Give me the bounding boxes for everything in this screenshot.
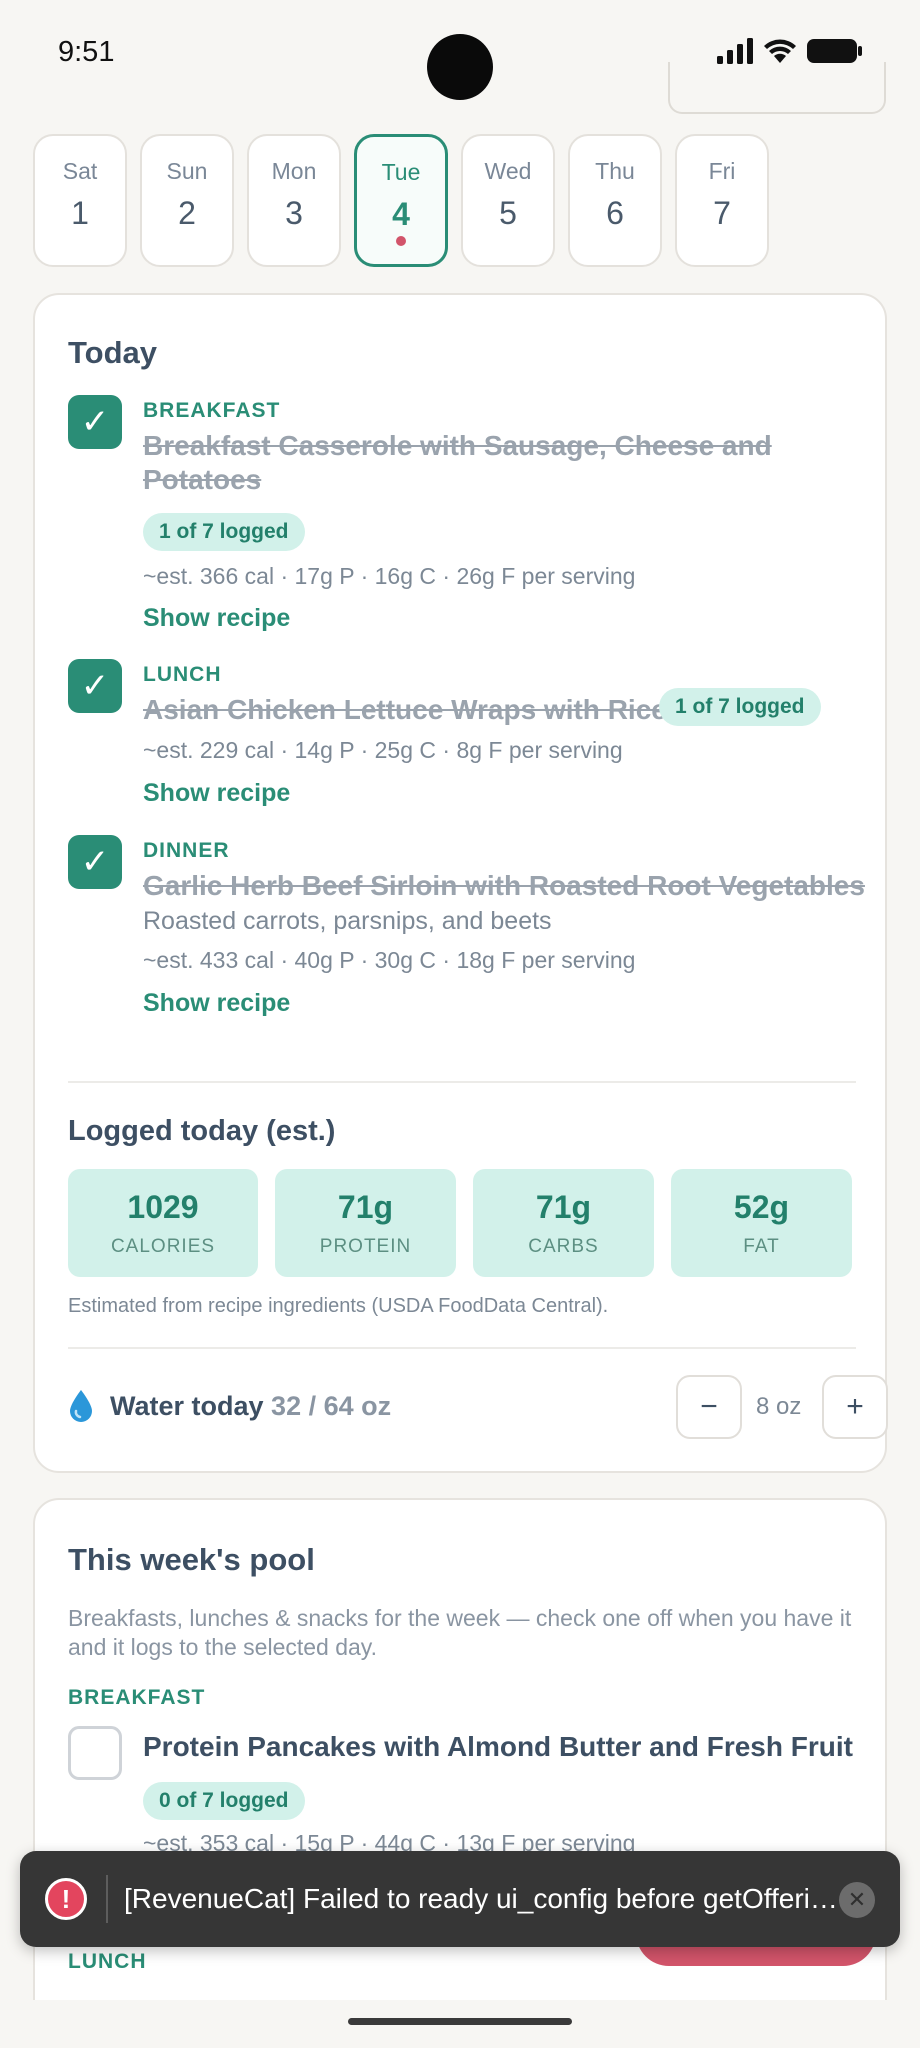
close-icon[interactable]: ✕ [839, 1882, 875, 1918]
show-recipe-link-lunch[interactable]: Show recipe [143, 779, 290, 808]
macro-value: 1029 [127, 1189, 199, 1225]
breakfast-checkbox[interactable]: ✓ [68, 395, 122, 449]
day-number: 4 [392, 196, 410, 232]
meal-title-line: Potatoes [143, 464, 262, 495]
nutrition-summary: ~est. 353 cal · 15g P · 44g C · 13g F pe… [143, 1830, 636, 1852]
day-chip-wed[interactable]: Wed 5 [461, 134, 555, 267]
macro-label: FAT [743, 1236, 780, 1257]
macro-value: 71g [337, 1189, 394, 1225]
day-number: 1 [71, 195, 89, 231]
day-label: Wed [484, 158, 532, 184]
logged-badge: 1 of 7 logged [143, 513, 305, 551]
today-title: Today [68, 335, 157, 370]
show-recipe-link-breakfast[interactable]: Show recipe [143, 604, 290, 633]
pool-title: This week's pool [68, 1542, 315, 1577]
macro-label: PROTEIN [319, 1236, 412, 1257]
pool-item-title[interactable]: Protein Pancakes with Almond Butter and … [143, 1730, 853, 1764]
meal-label-lunch: LUNCH [143, 663, 222, 686]
water-drop-icon [70, 1390, 92, 1422]
pool-section-breakfast: BREAKFAST [68, 1686, 206, 1709]
day-label: Thu [595, 158, 635, 184]
day-label: Tue [381, 159, 421, 185]
pool-item-checkbox[interactable] [68, 1726, 122, 1780]
day-label: Sun [166, 158, 208, 184]
meal-title-dinner[interactable]: Garlic Herb Beef Sirloin with Roasted Ro… [143, 869, 865, 903]
battery-icon [807, 39, 862, 63]
camera-cutout [427, 34, 493, 100]
toast-separator [106, 1875, 108, 1923]
water-step-amount: 8 oz [756, 1393, 802, 1420]
macro-value: 52g [733, 1189, 790, 1225]
meal-description: Roasted carrots, parsnips, and beets [143, 907, 552, 935]
wifi-icon [764, 39, 796, 63]
meal-label-dinner: DINNER [143, 839, 230, 862]
day-label: Sat [62, 158, 98, 184]
error-icon: ! [45, 1878, 87, 1920]
macro-tile-calories: 1029 CALORIES [68, 1169, 258, 1277]
header-control-edge[interactable] [668, 62, 886, 114]
logged-today-title: Logged today (est.) [68, 1115, 336, 1147]
pool-section-lunch: LUNCH [68, 1950, 147, 1973]
day-chip-sun[interactable]: Sun 2 [140, 134, 234, 267]
day-chip-fri[interactable]: Fri 7 [675, 134, 769, 267]
day-label: Mon [271, 158, 317, 184]
source-note: Estimated from recipe ingredients (USDA … [68, 1295, 609, 1317]
day-chip-mon[interactable]: Mon 3 [247, 134, 341, 267]
day-chip-sat[interactable]: Sat 1 [33, 134, 127, 267]
water-decrease-button[interactable]: − [676, 1375, 742, 1439]
week-day-selector: Sat 1 Sun 2 Mon 3 Tue 4 Wed 5 Thu 6 Fri … [33, 134, 769, 267]
macro-label: CALORIES [110, 1236, 216, 1257]
pool-description: Breakfasts, lunches & snacks for the wee… [68, 1605, 852, 1660]
day-number: 5 [499, 195, 517, 231]
day-number: 3 [285, 195, 303, 231]
macro-summary: 1029 CALORIES 71g PROTEIN 71g CARBS 52g … [68, 1169, 852, 1277]
show-recipe-link-dinner[interactable]: Show recipe [143, 989, 290, 1018]
day-label: Fri [708, 158, 736, 184]
macro-label: CARBS [528, 1236, 599, 1257]
day-number: 2 [178, 195, 196, 231]
today-card: Today ✓ BREAKFAST Breakfast Casserole wi… [33, 293, 888, 1473]
nutrition-summary: ~est. 433 cal · 40g P · 30g C · 18g F pe… [143, 947, 636, 973]
nutrition-summary: ~est. 366 cal · 17g P · 16g C · 26g F pe… [143, 563, 636, 589]
water-value: 32 / 64 oz [271, 1391, 392, 1421]
status-icons [717, 38, 863, 64]
divider [68, 1347, 856, 1349]
day-number: 7 [713, 195, 731, 231]
logged-badge: 0 of 7 logged [143, 1782, 305, 1820]
macro-value: 71g [535, 1189, 592, 1225]
water-label-wrap: Water today 32 / 64 oz [110, 1391, 391, 1422]
nutrition-summary: ~est. 229 cal · 14g P · 25g C · 8g F per… [143, 737, 623, 763]
status-time: 9:51 [58, 36, 115, 68]
water-label: Water today [110, 1391, 264, 1421]
error-toast[interactable]: ! [RevenueCat] Failed to ready ui_config… [20, 1851, 900, 1947]
logged-badge: 1 of 7 logged [659, 688, 821, 726]
meal-label-breakfast: BREAKFAST [143, 399, 281, 422]
dinner-checkbox[interactable]: ✓ [68, 835, 122, 889]
meal-title-line: Breakfast Casserole with Sausage, Cheese… [143, 430, 772, 461]
today-indicator-dot [396, 236, 406, 246]
day-chip-thu[interactable]: Thu 6 [568, 134, 662, 267]
water-increase-button[interactable]: + [822, 1375, 888, 1439]
divider [68, 1081, 856, 1083]
water-tracker: Water today 32 / 64 oz − 8 oz + [68, 1375, 888, 1439]
signal-icon [717, 38, 753, 64]
lunch-checkbox[interactable]: ✓ [68, 659, 122, 713]
home-indicator[interactable] [348, 2018, 572, 2025]
toast-message: [RevenueCat] Failed to ready ui_config b… [124, 1883, 844, 1914]
meal-title-lunch[interactable]: Asian Chicken Lettuce Wraps with Rice [143, 693, 667, 727]
macro-tile-protein: 71g PROTEIN [275, 1169, 456, 1277]
meal-title-breakfast[interactable]: Breakfast Casserole with Sausage, Cheese… [143, 429, 772, 497]
macro-tile-carbs: 71g CARBS [473, 1169, 654, 1277]
day-number: 6 [606, 195, 624, 231]
day-chip-tue[interactable]: Tue 4 [354, 134, 448, 267]
macro-tile-fat: 52g FAT [671, 1169, 852, 1277]
